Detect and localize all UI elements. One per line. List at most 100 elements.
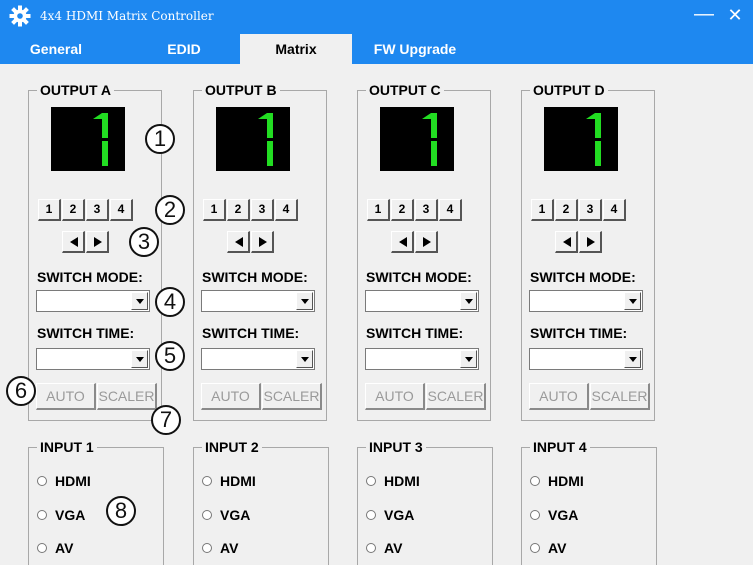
output-b-group: OUTPUT B 1 2 3 4 SWITCH MODE: SWITCH TIM…	[193, 82, 327, 421]
output-d-switch-time-select[interactable]	[529, 348, 643, 370]
output-c-switch-time-select[interactable]	[365, 348, 479, 370]
input-4-hdmi-radio[interactable]: HDMI	[530, 472, 630, 490]
output-a-next-button[interactable]	[86, 231, 109, 253]
input-4-av-radio[interactable]: AV	[530, 539, 630, 557]
input-3-vga-radio[interactable]: VGA	[366, 506, 466, 524]
output-a-source-2-button[interactable]: 2	[62, 199, 85, 221]
output-d-switch-mode-select[interactable]	[529, 290, 643, 312]
output-d-group: OUTPUT D 1 2 3 4 SWITCH MODE: SWITCH TIM…	[521, 82, 655, 421]
output-a-switch-time-label: SWITCH TIME:	[37, 325, 135, 341]
output-b-auto-button[interactable]: AUTO	[201, 383, 261, 410]
input-4-group: INPUT 4 HDMI VGA AV	[521, 439, 657, 565]
output-b-next-button[interactable]	[251, 231, 274, 253]
output-b-step-buttons	[227, 231, 275, 253]
gear-icon	[9, 5, 31, 27]
close-button[interactable]: ✕	[724, 2, 746, 28]
output-c-source-2-button[interactable]: 2	[391, 199, 414, 221]
radio-icon	[530, 510, 540, 520]
triangle-right-icon	[259, 237, 267, 247]
output-b-scaler-button[interactable]: SCALER	[262, 383, 322, 410]
tab-fw-upgrade[interactable]: FW Upgrade	[360, 34, 470, 64]
output-d-source-3-button[interactable]: 3	[579, 199, 602, 221]
triangle-left-icon	[235, 237, 243, 247]
output-d-switch-time-label: SWITCH TIME:	[530, 325, 628, 341]
output-d-source-buttons: 1 2 3 4	[531, 199, 627, 221]
output-b-prev-button[interactable]	[227, 231, 250, 253]
output-d-prev-button[interactable]	[555, 231, 578, 253]
input-3-hdmi-radio[interactable]: HDMI	[366, 472, 466, 490]
input-1-hdmi-radio[interactable]: HDMI	[37, 472, 137, 490]
window-title: 4x4 HDMI Matrix Controller	[40, 9, 214, 23]
output-c-auto-button[interactable]: AUTO	[365, 383, 425, 410]
chevron-down-icon[interactable]	[460, 292, 477, 310]
chevron-down-icon[interactable]	[624, 292, 641, 310]
callout-5: 5	[155, 341, 185, 371]
output-b-source-2-button[interactable]: 2	[227, 199, 250, 221]
input-1-av-radio[interactable]: AV	[37, 539, 137, 557]
output-d-auto-button[interactable]: AUTO	[529, 383, 589, 410]
output-a-segment-display	[51, 107, 125, 171]
output-b-source-4-button[interactable]: 4	[275, 199, 298, 221]
chevron-down-icon[interactable]	[624, 350, 641, 368]
output-a-switch-time-select[interactable]	[36, 348, 150, 370]
callout-1: 1	[145, 124, 175, 154]
output-b-source-1-button[interactable]: 1	[203, 199, 226, 221]
input-2-av-radio[interactable]: AV	[202, 539, 302, 557]
tab-matrix[interactable]: Matrix	[240, 34, 352, 64]
input-3-title: INPUT 3	[366, 439, 426, 455]
chevron-down-icon[interactable]	[460, 350, 477, 368]
input-2-hdmi-radio[interactable]: HDMI	[202, 472, 302, 490]
tab-edid[interactable]: EDID	[136, 34, 232, 64]
output-c-source-1-button[interactable]: 1	[367, 199, 390, 221]
chevron-down-icon[interactable]	[131, 292, 148, 310]
input-3-av-radio[interactable]: AV	[366, 539, 466, 557]
output-b-switch-time-select[interactable]	[201, 348, 315, 370]
output-a-auto-button[interactable]: AUTO	[36, 383, 96, 410]
output-b-title: OUTPUT B	[202, 82, 280, 98]
radio-icon	[530, 543, 540, 553]
chevron-down-icon[interactable]	[296, 350, 313, 368]
output-a-switch-mode-select[interactable]	[36, 290, 150, 312]
chevron-down-icon[interactable]	[296, 292, 313, 310]
radio-label: HDMI	[384, 473, 420, 489]
output-c-source-3-button[interactable]: 3	[415, 199, 438, 221]
output-c-source-4-button[interactable]: 4	[439, 199, 462, 221]
output-c-group: OUTPUT C 1 2 3 4 SWITCH MODE: SWITCH TIM…	[357, 82, 491, 421]
output-b-source-3-button[interactable]: 3	[251, 199, 274, 221]
output-c-prev-button[interactable]	[391, 231, 414, 253]
output-a-prev-button[interactable]	[62, 231, 85, 253]
output-b-switch-time-label: SWITCH TIME:	[202, 325, 300, 341]
input-2-group: INPUT 2 HDMI VGA AV	[193, 439, 329, 565]
output-d-source-4-button[interactable]: 4	[603, 199, 626, 221]
radio-icon	[37, 476, 47, 486]
output-b-segment-display	[216, 107, 290, 171]
triangle-right-icon	[94, 237, 102, 247]
minimize-button[interactable]: —	[693, 2, 715, 28]
output-a-switch-mode-label: SWITCH MODE:	[37, 269, 143, 285]
output-b-switch-mode-select[interactable]	[201, 290, 315, 312]
output-a-source-1-button[interactable]: 1	[38, 199, 61, 221]
output-c-switch-mode-select[interactable]	[365, 290, 479, 312]
tab-general[interactable]: General	[8, 34, 104, 64]
output-a-scaler-button[interactable]: SCALER	[97, 383, 157, 410]
output-b-source-buttons: 1 2 3 4	[203, 199, 299, 221]
input-2-vga-radio[interactable]: VGA	[202, 506, 302, 524]
radio-label: AV	[220, 540, 239, 556]
chevron-down-icon[interactable]	[131, 350, 148, 368]
radio-label: AV	[55, 540, 74, 556]
output-d-next-button[interactable]	[579, 231, 602, 253]
output-a-source-3-button[interactable]: 3	[86, 199, 109, 221]
output-c-next-button[interactable]	[415, 231, 438, 253]
output-d-source-2-button[interactable]: 2	[555, 199, 578, 221]
output-c-scaler-button[interactable]: SCALER	[426, 383, 486, 410]
callout-3: 3	[129, 227, 159, 257]
output-a-source-4-button[interactable]: 4	[110, 199, 133, 221]
input-4-vga-radio[interactable]: VGA	[530, 506, 630, 524]
input-1-group: INPUT 1 HDMI VGA AV	[28, 439, 164, 565]
output-c-source-buttons: 1 2 3 4	[367, 199, 463, 221]
output-d-step-buttons	[555, 231, 603, 253]
radio-label: HDMI	[55, 473, 91, 489]
output-d-scaler-button[interactable]: SCALER	[590, 383, 650, 410]
triangle-left-icon	[563, 237, 571, 247]
output-d-source-1-button[interactable]: 1	[531, 199, 554, 221]
